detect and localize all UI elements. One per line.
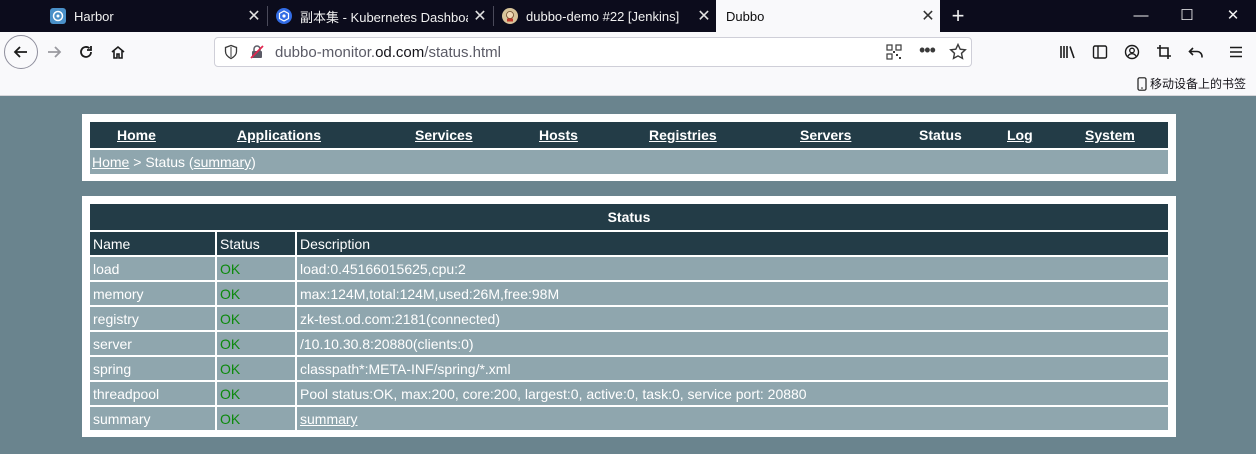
- new-tab-button[interactable]: +: [946, 0, 970, 32]
- column-header-description: Description: [297, 232, 1168, 255]
- row-description: /10.10.30.8:20880(clients:0): [297, 332, 1168, 355]
- row-name: summary: [90, 407, 215, 430]
- close-icon[interactable]: ✕: [242, 6, 266, 26]
- shield-icon[interactable]: [223, 44, 239, 65]
- row-status: OK: [217, 407, 295, 430]
- nav-status: Status: [919, 127, 962, 143]
- tab-title: dubbo-demo #22 [Jenkins]: [526, 8, 680, 24]
- breadcrumb-summary-link[interactable]: summary: [194, 154, 252, 170]
- sidebar-icon[interactable]: [1084, 36, 1116, 68]
- maximize-button[interactable]: ☐: [1164, 0, 1210, 32]
- qr-code-icon[interactable]: [886, 44, 902, 65]
- window-close-button[interactable]: ✕: [1210, 0, 1256, 32]
- insecure-connection-icon[interactable]: [249, 44, 265, 65]
- library-icon[interactable]: [1052, 36, 1084, 68]
- nav-servers[interactable]: Servers: [800, 127, 851, 143]
- undo-icon[interactable]: [1180, 36, 1212, 68]
- page-content: Home Applications Services Hosts Registr…: [0, 96, 1256, 454]
- tab-jenkins[interactable]: dubbo-demo #22 [Jenkins] ✕: [494, 0, 716, 32]
- breadcrumb-home[interactable]: Home: [92, 154, 129, 170]
- back-button[interactable]: [4, 35, 38, 69]
- status-box: Status Name Status Description load OK l…: [82, 196, 1176, 437]
- row-description: load:0.45166015625,cpu:2: [297, 257, 1168, 280]
- tab-kubernetes[interactable]: 副本集 - Kubernetes Dashboard ✕: [268, 0, 492, 32]
- breadcrumb-current: > Status (: [129, 154, 194, 170]
- close-icon[interactable]: ✕: [692, 6, 716, 26]
- bookmarks-bar: 移动设备上的书签: [0, 72, 1256, 96]
- menu-box: Home Applications Services Hosts Registr…: [82, 114, 1176, 181]
- status-table-title: Status: [90, 204, 1168, 230]
- column-header-name: Name: [90, 232, 215, 255]
- row-description-link[interactable]: summary: [297, 407, 1168, 430]
- row-description: Pool status:OK, max:200, core:200, large…: [297, 382, 1168, 405]
- tab-dubbo[interactable]: Dubbo ✕: [716, 0, 940, 32]
- column-header-status: Status: [217, 232, 295, 255]
- tab-strip: Harbor ✕ 副本集 - Kubernetes Dashboard ✕ du…: [0, 0, 1256, 32]
- row-description: max:124M,total:124M,used:26M,free:98M: [297, 282, 1168, 305]
- row-status: OK: [217, 332, 295, 355]
- nav-log[interactable]: Log: [1007, 127, 1033, 143]
- page-actions-icon[interactable]: •••: [919, 40, 936, 61]
- row-status: OK: [217, 382, 295, 405]
- row-name: spring: [90, 357, 215, 380]
- back-arrow-icon: [13, 46, 27, 58]
- mobile-device-icon: [1137, 76, 1147, 91]
- home-icon: [111, 45, 125, 59]
- row-name: server: [90, 332, 215, 355]
- row-status: OK: [217, 307, 295, 330]
- nav-registries[interactable]: Registries: [649, 127, 717, 143]
- row-description: zk-test.od.com:2181(connected): [297, 307, 1168, 330]
- forward-arrow-icon: [48, 46, 62, 58]
- status-table: Status Name Status Description load OK l…: [90, 204, 1168, 430]
- browser-navbar: dubbo-monitor.od.com/status.html •••: [0, 32, 1256, 72]
- account-icon[interactable]: [1116, 36, 1148, 68]
- jenkins-icon: [502, 8, 518, 24]
- nav-system[interactable]: System: [1085, 127, 1135, 143]
- mobile-bookmarks-folder[interactable]: 移动设备上的书签: [1137, 75, 1246, 92]
- bookmark-star-icon[interactable]: [949, 42, 967, 66]
- forward-button[interactable]: [38, 36, 70, 68]
- nav-hosts[interactable]: Hosts: [539, 127, 578, 143]
- row-description: classpath*:META-INF/spring/*.xml: [297, 357, 1168, 380]
- reload-icon: [80, 46, 92, 58]
- status-grid: Name Status Description load OK load:0.4…: [90, 232, 1168, 430]
- close-icon[interactable]: ✕: [916, 6, 940, 26]
- minimize-button[interactable]: —: [1118, 0, 1164, 32]
- nav-services[interactable]: Services: [415, 127, 473, 143]
- url-text[interactable]: dubbo-monitor.od.com/status.html: [275, 44, 501, 61]
- menu-table: Home Applications Services Hosts Registr…: [90, 122, 1168, 174]
- main-nav: Home Applications Services Hosts Registr…: [90, 122, 1168, 148]
- tab-title: 副本集 - Kubernetes Dashboard: [300, 9, 468, 25]
- mobile-bookmarks-label: 移动设备上的书签: [1149, 77, 1246, 91]
- row-name: memory: [90, 282, 215, 305]
- row-status: OK: [217, 357, 295, 380]
- summary-link[interactable]: summary: [300, 411, 358, 427]
- nav-applications[interactable]: Applications: [237, 127, 321, 143]
- row-status: OK: [217, 257, 295, 280]
- kubernetes-icon: [276, 8, 292, 24]
- nav-home[interactable]: Home: [117, 127, 156, 143]
- close-icon[interactable]: ✕: [468, 6, 492, 26]
- tab-harbor[interactable]: Harbor ✕: [42, 0, 266, 32]
- tab-title: Harbor: [74, 8, 114, 24]
- row-name: registry: [90, 307, 215, 330]
- breadcrumb-close: ): [251, 154, 256, 170]
- screenshot-crop-icon[interactable]: [1148, 36, 1180, 68]
- harbor-icon: [50, 8, 66, 24]
- breadcrumb: Home > Status (summary): [90, 150, 1168, 174]
- hamburger-menu-icon[interactable]: [1220, 36, 1252, 68]
- row-name: load: [90, 257, 215, 280]
- row-name: threadpool: [90, 382, 215, 405]
- reload-button[interactable]: [70, 36, 102, 68]
- home-button[interactable]: [102, 36, 134, 68]
- row-status: OK: [217, 282, 295, 305]
- address-bar[interactable]: dubbo-monitor.od.com/status.html •••: [214, 37, 972, 67]
- tab-title: Dubbo: [726, 8, 765, 24]
